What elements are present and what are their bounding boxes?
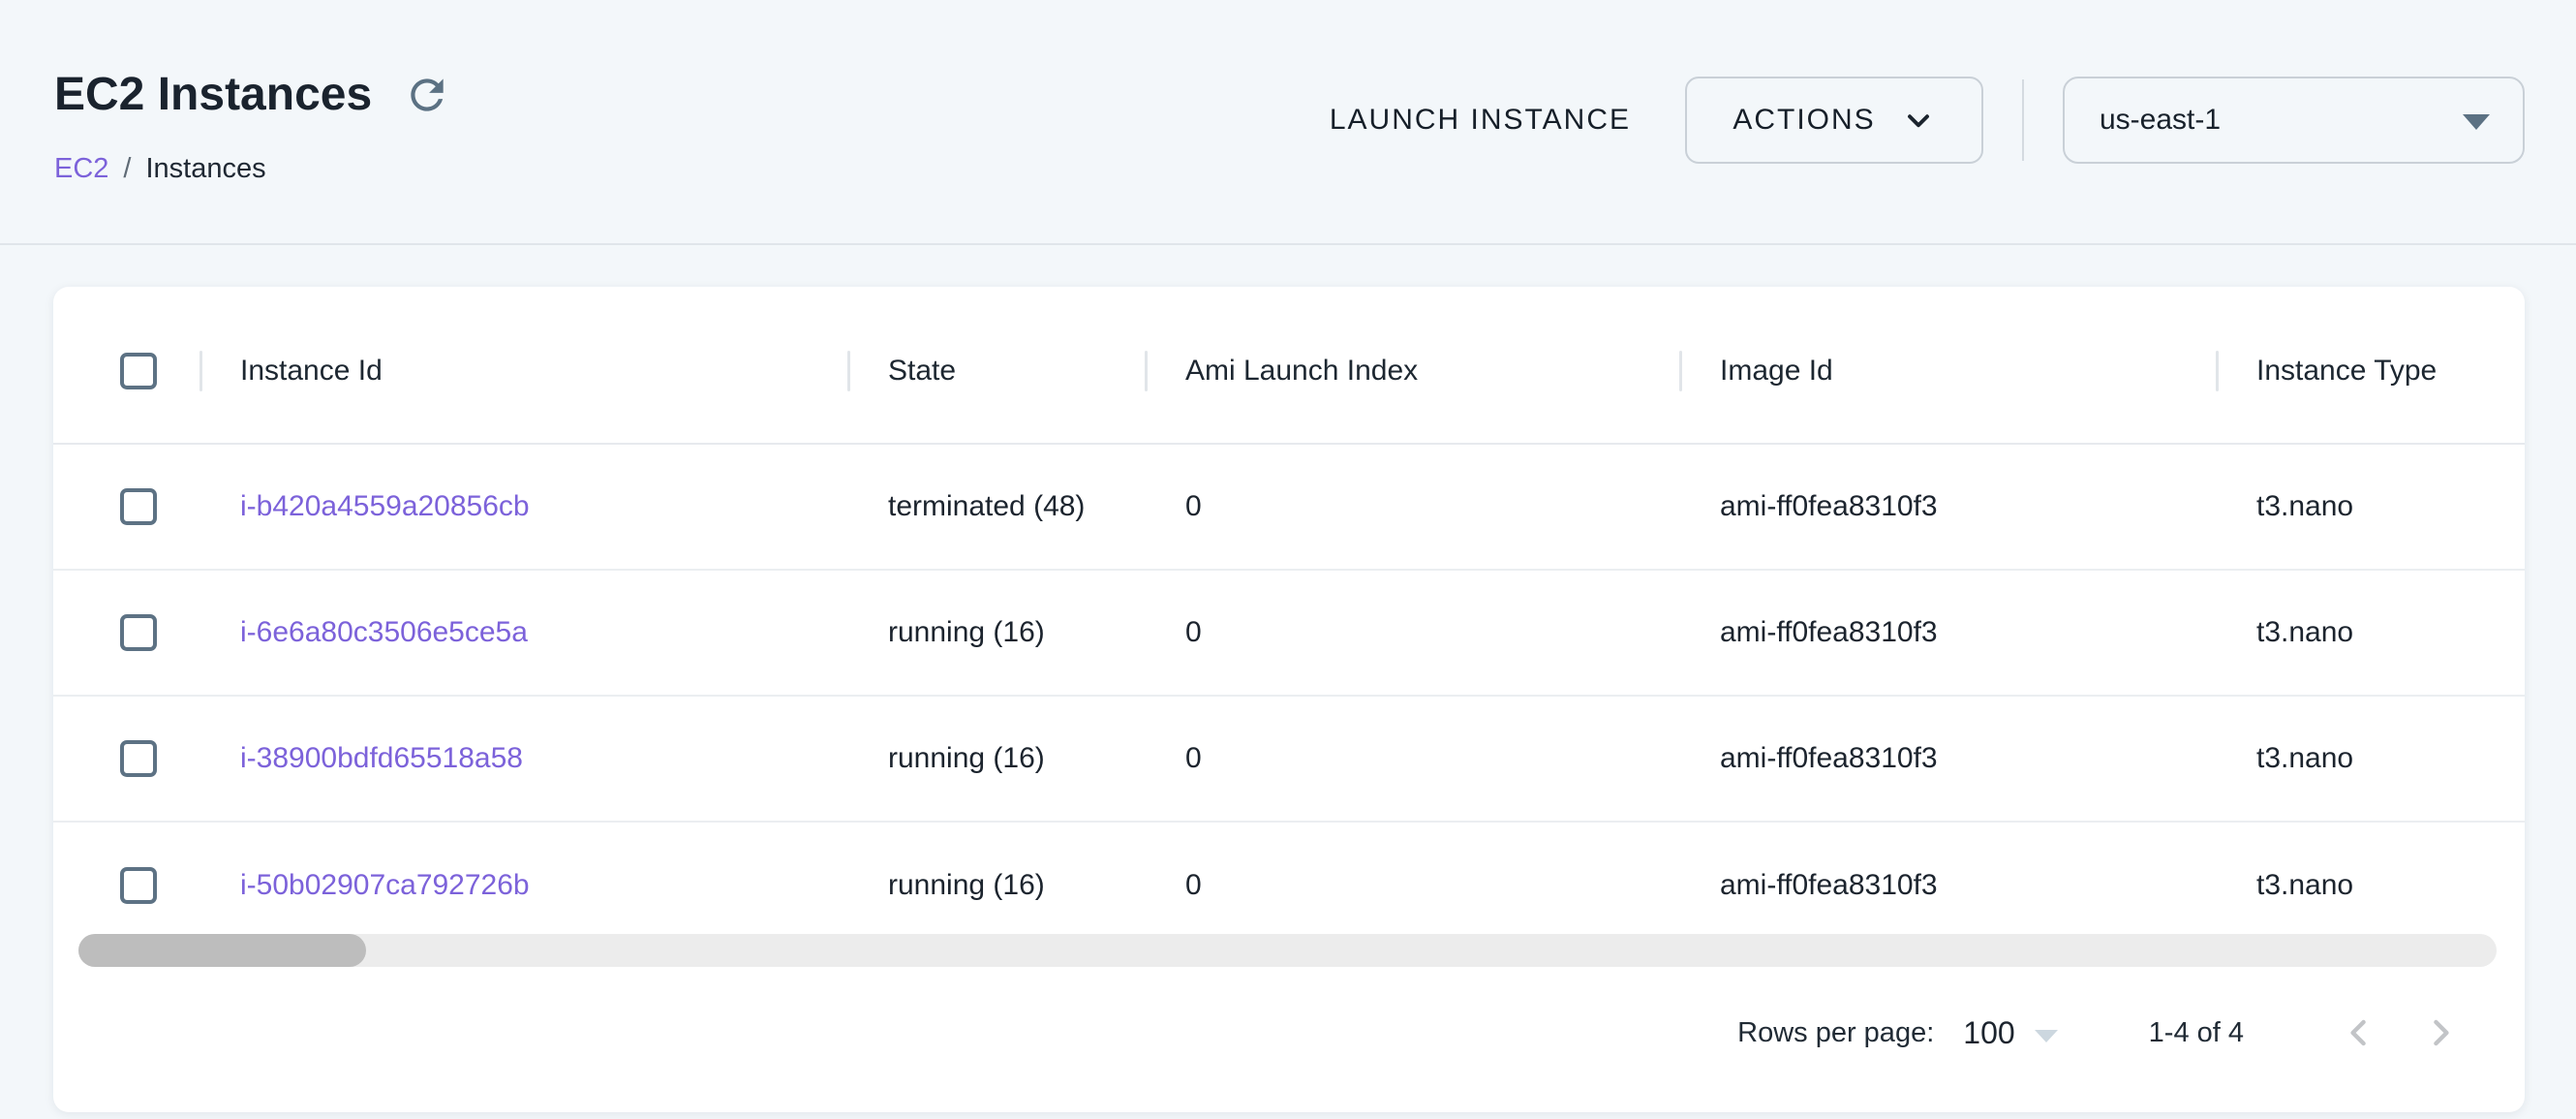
breadcrumb-separator: / — [123, 153, 131, 185]
state-cell: terminated (48) — [849, 490, 1147, 523]
column-separator — [847, 351, 850, 391]
state-cell: running (16) — [849, 869, 1147, 902]
row-checkbox-cell — [53, 867, 201, 904]
column-header-label: Instance Type — [2256, 355, 2437, 388]
page-title: EC2 Instances — [54, 68, 372, 121]
image-id-cell: ami-ff0fea8310f3 — [1681, 490, 2218, 523]
previous-page-button[interactable] — [2331, 1005, 2387, 1061]
row-checkbox-cell — [53, 488, 201, 525]
state-cell: running (16) — [849, 742, 1147, 775]
next-page-button[interactable] — [2412, 1005, 2469, 1061]
column-separator — [199, 351, 202, 391]
select-all-checkbox[interactable] — [120, 353, 157, 389]
row-checkbox-cell — [53, 614, 201, 651]
header-checkbox-cell — [53, 353, 201, 389]
column-header-label: Ami Launch Index — [1185, 355, 1418, 388]
breadcrumb-ec2-link[interactable]: EC2 — [54, 153, 108, 185]
column-header-image-id[interactable]: Image Id — [1681, 298, 2218, 443]
select-row-checkbox[interactable] — [120, 614, 157, 651]
column-header-label: State — [888, 355, 956, 388]
horizontal-scrollbar-track[interactable] — [78, 934, 2497, 967]
image-id-cell: ami-ff0fea8310f3 — [1681, 869, 2218, 902]
ami-launch-index-cell: 0 — [1147, 742, 1681, 775]
column-header-instance-type[interactable]: Instance Type — [2218, 298, 2525, 443]
select-row-checkbox[interactable] — [120, 740, 157, 777]
header-actions: LAUNCH INSTANCE ACTIONS us-east-1 — [1322, 77, 2525, 164]
rows-per-page-select[interactable]: 100 — [1963, 1015, 2057, 1051]
instances-table-card: Instance Id State Ami Launch Index Image… — [53, 287, 2525, 1112]
dropdown-arrow-icon — [2035, 1030, 2058, 1042]
table-row: i-38900bdfd65518a58 running (16) 0 ami-f… — [53, 697, 2525, 823]
table-row: i-b420a4559a20856cb terminated (48) 0 am… — [53, 445, 2525, 571]
column-header-state[interactable]: State — [849, 298, 1147, 443]
actions-button-label: ACTIONS — [1733, 104, 1875, 137]
instance-id-link[interactable]: i-38900bdfd65518a58 — [240, 742, 523, 774]
launch-instance-button[interactable]: LAUNCH INSTANCE — [1322, 104, 1639, 137]
select-row-checkbox[interactable] — [120, 488, 157, 525]
instance-type-cell: t3.nano — [2218, 490, 2525, 523]
chevron-down-icon — [1901, 103, 1936, 138]
column-separator — [1145, 351, 1148, 391]
instance-type-cell: t3.nano — [2218, 616, 2525, 649]
rows-per-page-value: 100 — [1963, 1015, 2014, 1051]
region-select-value: us-east-1 — [2100, 104, 2221, 137]
instance-type-cell: t3.nano — [2218, 869, 2525, 902]
chevron-right-icon — [2419, 1011, 2462, 1054]
row-checkbox-cell — [53, 740, 201, 777]
refresh-icon — [403, 71, 451, 119]
table-row: i-50b02907ca792726b running (16) 0 ami-f… — [53, 823, 2525, 948]
region-select[interactable]: us-east-1 — [2063, 77, 2525, 164]
table-header-row: Instance Id State Ami Launch Index Image… — [53, 287, 2525, 445]
image-id-cell: ami-ff0fea8310f3 — [1681, 616, 2218, 649]
instance-id-link[interactable]: i-50b02907ca792726b — [240, 869, 530, 901]
column-header-label: Instance Id — [240, 355, 383, 388]
chevron-left-icon — [2338, 1011, 2380, 1054]
image-id-cell: ami-ff0fea8310f3 — [1681, 742, 2218, 775]
select-row-checkbox[interactable] — [120, 867, 157, 904]
instance-id-link[interactable]: i-6e6a80c3506e5ce5a — [240, 616, 528, 648]
header-divider — [2022, 79, 2024, 161]
column-header-label: Image Id — [1720, 355, 1833, 388]
ami-launch-index-cell: 0 — [1147, 869, 1681, 902]
rows-per-page-label: Rows per page: — [1737, 1017, 1934, 1049]
table-row: i-6e6a80c3506e5ce5a running (16) 0 ami-f… — [53, 571, 2525, 697]
pagination-range-label: 1-4 of 4 — [2149, 1017, 2244, 1049]
state-cell: running (16) — [849, 616, 1147, 649]
actions-button[interactable]: ACTIONS — [1685, 77, 1983, 164]
horizontal-scrollbar-thumb[interactable] — [78, 934, 366, 967]
column-header-ami-launch-index[interactable]: Ami Launch Index — [1147, 298, 1681, 443]
instance-id-link[interactable]: i-b420a4559a20856cb — [240, 490, 530, 522]
page-header: EC2 Instances EC2 / Instances LAUNCH INS… — [0, 0, 2576, 245]
table-body: i-b420a4559a20856cb terminated (48) 0 am… — [53, 445, 2525, 948]
breadcrumb: EC2 / Instances — [54, 153, 266, 185]
ami-launch-index-cell: 0 — [1147, 490, 1681, 523]
dropdown-arrow-icon — [2463, 114, 2490, 130]
column-separator — [2216, 351, 2219, 391]
pagination: Rows per page: 100 1-4 of 4 — [1737, 990, 2469, 1075]
instance-type-cell: t3.nano — [2218, 742, 2525, 775]
title-row: EC2 Instances — [54, 68, 453, 121]
refresh-button[interactable] — [401, 69, 453, 121]
ami-launch-index-cell: 0 — [1147, 616, 1681, 649]
breadcrumb-current: Instances — [145, 153, 265, 185]
column-separator — [1679, 351, 1682, 391]
column-header-instance-id[interactable]: Instance Id — [201, 298, 849, 443]
